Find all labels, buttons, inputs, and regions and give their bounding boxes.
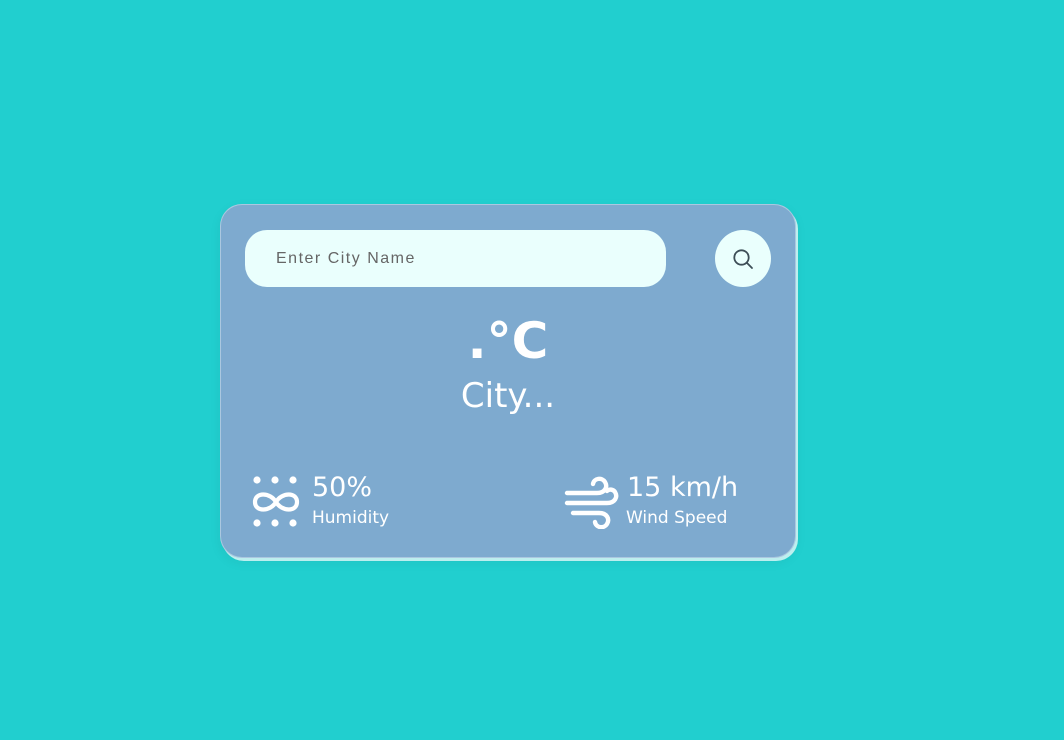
temperature-readout: .°C (467, 312, 549, 370)
wind-icon (564, 476, 619, 529)
search-button[interactable] (715, 230, 771, 287)
weather-card: .°C City... 50% Humidity 15 km/h Wind Sp… (220, 204, 796, 558)
humidity-value: 50% (312, 472, 373, 503)
search-icon (733, 248, 753, 269)
humidity-icon (252, 476, 300, 527)
wind-value: 15 km/h (627, 472, 739, 503)
humidity-label: Humidity (312, 508, 390, 528)
city-search-input[interactable] (245, 230, 666, 287)
wind-label: Wind Speed (626, 508, 728, 528)
city-name: City... (460, 376, 556, 416)
